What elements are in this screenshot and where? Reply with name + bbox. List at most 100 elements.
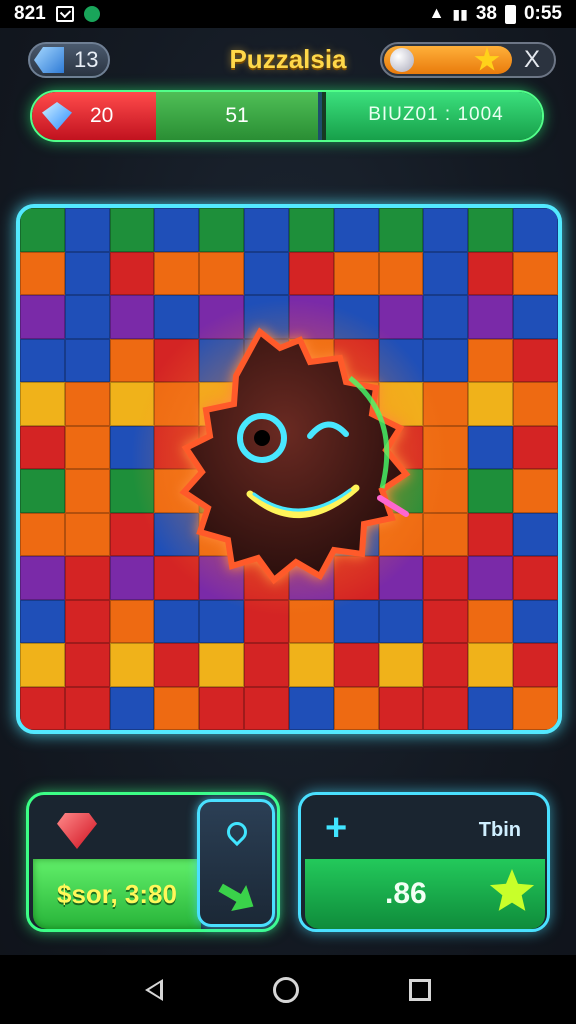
puzzle-piece[interactable] bbox=[199, 251, 245, 295]
puzzle-piece[interactable] bbox=[513, 686, 558, 730]
puzzle-piece[interactable] bbox=[109, 599, 155, 643]
puzzle-piece[interactable] bbox=[199, 686, 245, 730]
puzzle-piece[interactable] bbox=[513, 338, 558, 382]
puzzle-piece[interactable] bbox=[20, 512, 65, 556]
puzzle-piece[interactable] bbox=[513, 295, 558, 339]
puzzle-piece[interactable] bbox=[20, 338, 65, 382]
recents-icon[interactable] bbox=[409, 978, 431, 1001]
puzzle-piece[interactable] bbox=[378, 686, 424, 730]
puzzle-piece[interactable] bbox=[64, 425, 110, 469]
puzzle-piece[interactable] bbox=[378, 599, 424, 643]
puzzle-piece[interactable] bbox=[513, 599, 558, 643]
puzzle-piece[interactable] bbox=[513, 382, 558, 426]
puzzle-piece[interactable] bbox=[288, 686, 334, 730]
puzzle-piece[interactable] bbox=[513, 251, 558, 295]
puzzle-piece[interactable] bbox=[154, 208, 200, 252]
puzzle-piece[interactable] bbox=[20, 686, 65, 730]
plus-icon[interactable]: + bbox=[325, 809, 347, 847]
smiling-gear-mascot-icon[interactable] bbox=[150, 318, 440, 598]
puzzle-piece[interactable] bbox=[109, 643, 155, 687]
puzzle-piece[interactable] bbox=[64, 295, 110, 339]
puzzle-piece[interactable] bbox=[64, 599, 110, 643]
puzzle-piece[interactable] bbox=[378, 643, 424, 687]
puzzle-board[interactable] bbox=[16, 204, 562, 734]
puzzle-piece[interactable] bbox=[154, 251, 200, 295]
puzzle-piece[interactable] bbox=[199, 643, 245, 687]
puzzle-piece[interactable] bbox=[468, 295, 514, 339]
puzzle-piece[interactable] bbox=[423, 599, 469, 643]
puzzle-piece[interactable] bbox=[20, 382, 65, 426]
puzzle-piece[interactable] bbox=[20, 643, 65, 687]
puzzle-piece[interactable] bbox=[468, 338, 514, 382]
gem-counter[interactable]: 20 bbox=[32, 92, 156, 140]
puzzle-piece[interactable] bbox=[154, 599, 200, 643]
puzzle-piece[interactable] bbox=[64, 643, 110, 687]
puzzle-piece[interactable] bbox=[64, 469, 110, 513]
puzzle-piece[interactable] bbox=[20, 469, 65, 513]
bonus-bar[interactable]: .86 bbox=[305, 859, 545, 929]
puzzle-piece[interactable] bbox=[64, 338, 110, 382]
puzzle-piece[interactable] bbox=[64, 382, 110, 426]
puzzle-piece[interactable] bbox=[154, 643, 200, 687]
puzzle-piece[interactable] bbox=[64, 208, 110, 252]
puzzle-piece[interactable] bbox=[20, 251, 65, 295]
puzzle-piece[interactable] bbox=[513, 469, 558, 513]
puzzle-piece[interactable] bbox=[109, 556, 155, 600]
puzzle-piece[interactable] bbox=[109, 251, 155, 295]
puzzle-piece[interactable] bbox=[20, 208, 65, 252]
puzzle-piece[interactable] bbox=[513, 556, 558, 600]
puzzle-piece[interactable] bbox=[468, 425, 514, 469]
puzzle-piece[interactable] bbox=[199, 208, 245, 252]
puzzle-piece[interactable] bbox=[378, 251, 424, 295]
back-icon[interactable] bbox=[145, 978, 163, 1001]
puzzle-piece[interactable] bbox=[244, 251, 289, 295]
puzzle-piece[interactable] bbox=[288, 208, 334, 252]
puzzle-piece[interactable] bbox=[468, 686, 514, 730]
puzzle-piece[interactable] bbox=[513, 425, 558, 469]
puzzle-piece[interactable] bbox=[333, 686, 379, 730]
puzzle-piece[interactable] bbox=[244, 643, 289, 687]
puzzle-piece[interactable] bbox=[423, 643, 469, 687]
puzzle-piece[interactable] bbox=[333, 208, 379, 252]
puzzle-piece[interactable] bbox=[288, 251, 334, 295]
location-pin-icon[interactable] bbox=[222, 817, 252, 847]
puzzle-piece[interactable] bbox=[20, 295, 65, 339]
puzzle-piece[interactable] bbox=[468, 643, 514, 687]
puzzle-piece[interactable] bbox=[64, 556, 110, 600]
score-bar[interactable]: $sor, 3:80 bbox=[33, 859, 201, 929]
puzzle-piece[interactable] bbox=[109, 338, 155, 382]
puzzle-piece[interactable] bbox=[468, 469, 514, 513]
puzzle-piece[interactable] bbox=[513, 512, 558, 556]
puzzle-piece[interactable] bbox=[423, 686, 469, 730]
home-icon[interactable] bbox=[273, 976, 299, 1003]
puzzle-piece[interactable] bbox=[154, 686, 200, 730]
puzzle-piece[interactable] bbox=[288, 643, 334, 687]
close-button[interactable]: X bbox=[524, 46, 540, 74]
puzzle-piece[interactable] bbox=[20, 556, 65, 600]
arrow-icon[interactable] bbox=[213, 875, 261, 920]
puzzle-piece[interactable] bbox=[423, 251, 469, 295]
puzzle-piece[interactable] bbox=[109, 208, 155, 252]
puzzle-piece[interactable] bbox=[468, 599, 514, 643]
currency-pill[interactable]: X bbox=[380, 42, 556, 78]
puzzle-piece[interactable] bbox=[64, 251, 110, 295]
puzzle-piece[interactable] bbox=[513, 208, 558, 252]
puzzle-piece[interactable] bbox=[468, 208, 514, 252]
puzzle-piece[interactable] bbox=[468, 382, 514, 426]
puzzle-piece[interactable] bbox=[333, 251, 379, 295]
puzzle-piece[interactable] bbox=[244, 686, 289, 730]
puzzle-piece[interactable] bbox=[513, 643, 558, 687]
puzzle-piece[interactable] bbox=[109, 295, 155, 339]
puzzle-piece[interactable] bbox=[64, 686, 110, 730]
puzzle-piece[interactable] bbox=[244, 208, 289, 252]
puzzle-piece[interactable] bbox=[64, 512, 110, 556]
puzzle-piece[interactable] bbox=[468, 556, 514, 600]
puzzle-piece[interactable] bbox=[423, 208, 469, 252]
puzzle-piece[interactable] bbox=[333, 643, 379, 687]
puzzle-piece[interactable] bbox=[109, 686, 155, 730]
puzzle-piece[interactable] bbox=[20, 599, 65, 643]
puzzle-piece[interactable] bbox=[20, 425, 65, 469]
puzzle-piece[interactable] bbox=[468, 512, 514, 556]
puzzle-piece[interactable] bbox=[468, 251, 514, 295]
puzzle-piece[interactable] bbox=[378, 208, 424, 252]
